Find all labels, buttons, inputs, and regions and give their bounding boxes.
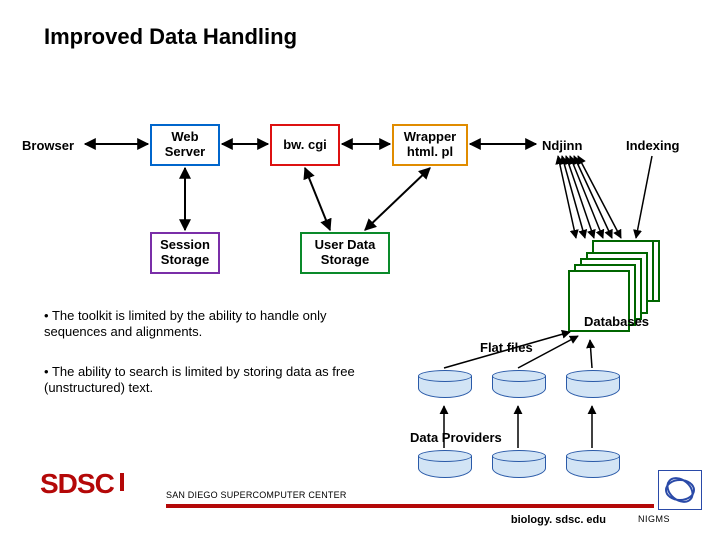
slide-title: Improved Data Handling	[44, 24, 297, 50]
flat-files-cylinders	[418, 370, 620, 402]
sdsc-logo: SDSC	[40, 468, 124, 500]
bullet-1: • The toolkit is limited by the ability …	[44, 308, 384, 341]
data-provider-cylinders	[418, 450, 620, 482]
footer-center-text: SAN DIEGO SUPERCOMPUTER CENTER	[166, 490, 347, 500]
bullet-1-text: The toolkit is limited by the ability to…	[44, 308, 327, 339]
node-wrapper: Wrapper html. pl	[392, 124, 468, 166]
node-user-data-storage: User Data Storage	[300, 232, 390, 274]
node-bw-cgi: bw. cgi	[270, 124, 340, 166]
nigms-logo-icon	[658, 470, 702, 510]
footer-rule	[166, 504, 654, 508]
node-flat-files: Flat files	[480, 340, 533, 355]
bullet-2-text: The ability to search is limited by stor…	[44, 364, 355, 395]
nigms-label: NIGMS	[638, 514, 670, 524]
node-data-providers: Data Providers	[410, 430, 502, 445]
node-browser: Browser	[22, 138, 74, 153]
bullet-2: • The ability to search is limited by st…	[44, 364, 384, 397]
node-session-storage: Session Storage	[150, 232, 220, 274]
node-databases: Databases	[584, 314, 649, 329]
footer-url: biology. sdsc. edu	[511, 514, 606, 526]
node-ndjinn: Ndjinn	[542, 138, 582, 153]
node-web-server: Web Server	[150, 124, 220, 166]
node-indexing: Indexing	[626, 138, 679, 153]
